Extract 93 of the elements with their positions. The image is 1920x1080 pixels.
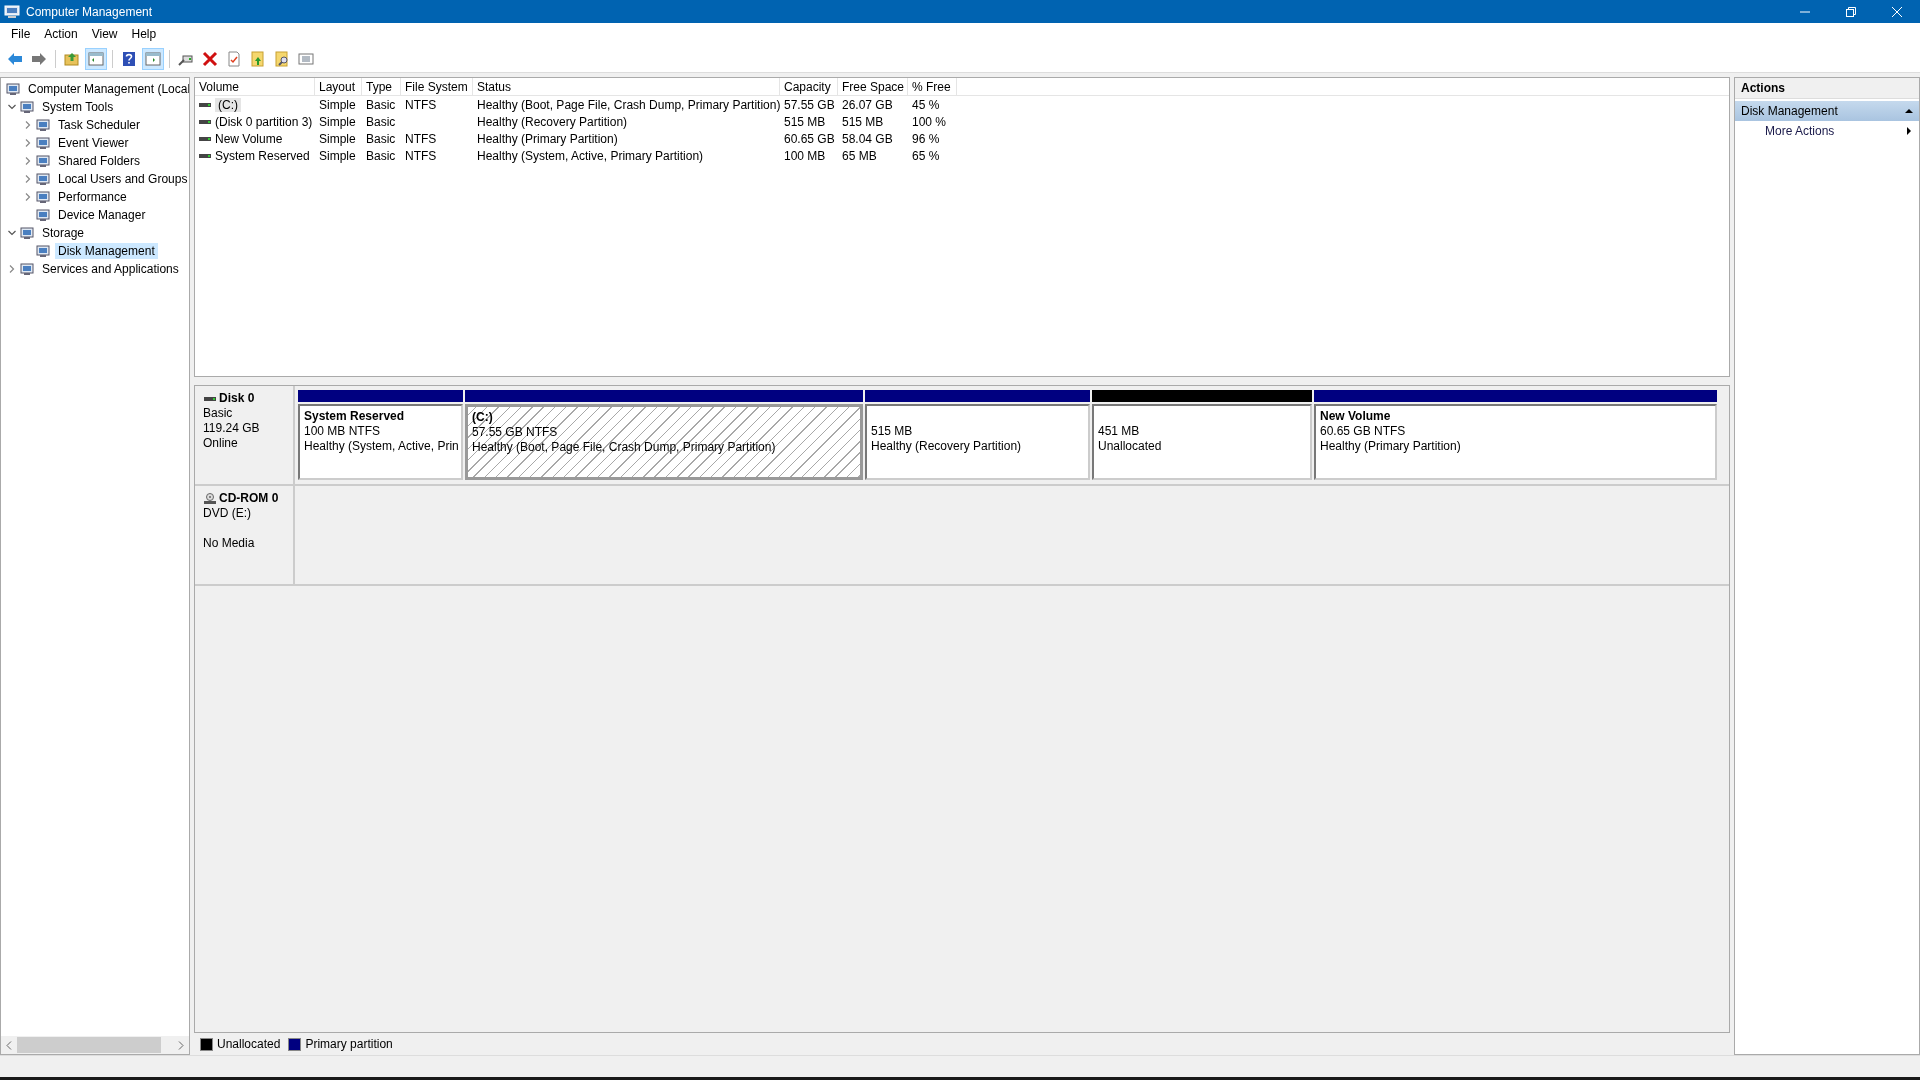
horizontal-scrollbar[interactable] — [1, 1036, 189, 1054]
tree-item[interactable]: Task Scheduler — [55, 117, 144, 133]
column-header[interactable]: Capacity — [780, 78, 838, 95]
disk-name: Disk 0 — [219, 391, 255, 406]
disk-size: 119.24 GB — [203, 421, 261, 436]
table-cell[interactable]: (Disk 0 partition 3) — [215, 114, 313, 129]
table-cell: NTFS — [405, 131, 437, 146]
partition-block[interactable]: (C:) 57.55 GB NTFS Healthy (Boot, Page File, Crash Dump, Primary Partition) — [465, 404, 863, 480]
restore-icon — [1846, 6, 1856, 17]
tree-item[interactable]: Storage — [39, 225, 88, 241]
actions-section-header[interactable]: Disk Management — [1735, 101, 1919, 121]
table-cell[interactable]: (C:) — [215, 97, 241, 112]
table-cell: 96 % — [912, 131, 940, 146]
column-header[interactable]: Volume — [195, 78, 315, 95]
disk-type: Basic — [203, 406, 234, 421]
table-cell: 515 MB — [842, 114, 884, 129]
table-cell: Basic — [366, 148, 396, 163]
table-cell: Healthy (Primary Partition) — [477, 131, 618, 146]
table-cell: 58.04 GB — [842, 131, 893, 146]
table-cell: 26.07 GB — [842, 97, 893, 112]
column-header[interactable]: Layout — [315, 78, 362, 95]
tree-item[interactable]: Performance — [55, 189, 130, 205]
partition-block[interactable]: 515 MB Healthy (Recovery Partition) — [865, 404, 1090, 480]
partition-block[interactable]: System Reserved 100 MB NTFS Healthy (System, Active, Prin — [298, 404, 463, 480]
collapse-triangle-icon — [1905, 107, 1913, 115]
disc-drive-icon — [203, 492, 217, 505]
table-cell: 60.65 GB — [784, 131, 835, 146]
console-node-icon — [35, 189, 51, 205]
table-cell: Simple — [319, 114, 356, 129]
table-cell: Healthy (System, Active, Primary Partition) — [477, 148, 704, 163]
table-cell: NTFS — [405, 97, 437, 112]
console-node-icon — [35, 117, 51, 133]
column-header[interactable]: Type — [362, 78, 401, 95]
console-node-icon — [35, 207, 51, 223]
table-cell: 100 % — [912, 114, 947, 129]
tree-item[interactable]: System Tools — [39, 99, 117, 115]
computer-icon — [4, 4, 20, 19]
scroll-left-icon[interactable] — [6, 1040, 12, 1050]
scroll-right-icon[interactable] — [178, 1040, 184, 1050]
table-cell: Simple — [319, 97, 356, 112]
table-cell: 65 % — [912, 148, 940, 163]
console-node-icon — [19, 99, 35, 115]
table-cell[interactable]: New Volume — [215, 131, 283, 146]
table-cell: Basic — [366, 97, 396, 112]
tree-item[interactable]: Event Viewer — [55, 135, 132, 151]
menu-item[interactable]: View — [84, 25, 125, 43]
column-header[interactable]: Status — [473, 78, 780, 95]
tree-item[interactable]: Disk Management — [55, 243, 158, 259]
partition-block[interactable]: 451 MB Unallocated — [1092, 404, 1312, 480]
table-cell[interactable]: System Reserved — [215, 148, 310, 163]
table-cell: Simple — [319, 148, 356, 163]
table-cell: Basic — [366, 114, 396, 129]
disk-status: No Media — [203, 536, 256, 551]
table-cell: 100 MB — [784, 148, 826, 163]
table-cell: Basic — [366, 131, 396, 146]
table-cell: 515 MB — [784, 114, 826, 129]
console-node-icon — [19, 225, 35, 241]
table-cell: Healthy (Recovery Partition) — [477, 114, 628, 129]
tree-item[interactable]: Shared Folders — [55, 153, 144, 169]
tree-item[interactable]: Device Manager — [55, 207, 149, 223]
console-node-icon — [35, 135, 51, 151]
table-cell: 57.55 GB — [784, 97, 835, 112]
tree-item[interactable]: Services and Applications — [39, 261, 182, 277]
menu-item[interactable]: File — [4, 25, 38, 43]
tree-toolbar-icon[interactable] — [85, 47, 107, 70]
menu-item[interactable]: Action — [37, 25, 85, 43]
legend-label: Primary partition — [305, 1037, 393, 1051]
column-header[interactable]: File System — [401, 78, 473, 95]
table-cell: 45 % — [912, 97, 940, 112]
console-node-icon — [19, 261, 35, 277]
partition-block[interactable]: New Volume 60.65 GB NTFS Healthy (Primary Partition) — [1314, 404, 1717, 480]
menu-item[interactable]: Help — [124, 25, 164, 43]
console-node-icon — [35, 171, 51, 187]
disk-name: CD-ROM 0 — [219, 491, 279, 506]
disk-type: DVD (E:) — [203, 506, 252, 521]
column-header[interactable]: Free Space — [838, 78, 908, 95]
window-title: Computer Management — [26, 4, 154, 19]
column-header[interactable]: % Free — [908, 78, 957, 95]
close-icon — [1892, 6, 1902, 17]
submenu-arrow-icon — [1905, 127, 1913, 135]
legend-label: Unallocated — [217, 1037, 281, 1051]
table-cell: Healthy (Boot, Page File, Crash Dump, Primary Partition) — [477, 97, 781, 112]
table-cell: 65 MB — [842, 148, 877, 163]
console-node-icon — [35, 243, 51, 259]
console-node-icon — [35, 153, 51, 169]
console-node-icon — [5, 81, 21, 97]
tree-item[interactable]: Local Users and Groups — [55, 171, 189, 187]
tree-item[interactable]: Computer Management (Local — [25, 81, 189, 97]
disk-status: Online — [203, 436, 239, 451]
action-item[interactable]: More Actions — [1735, 121, 1919, 141]
actions-title: Actions — [1741, 81, 1785, 95]
table-cell: NTFS — [405, 148, 437, 163]
table-cell: Simple — [319, 131, 356, 146]
